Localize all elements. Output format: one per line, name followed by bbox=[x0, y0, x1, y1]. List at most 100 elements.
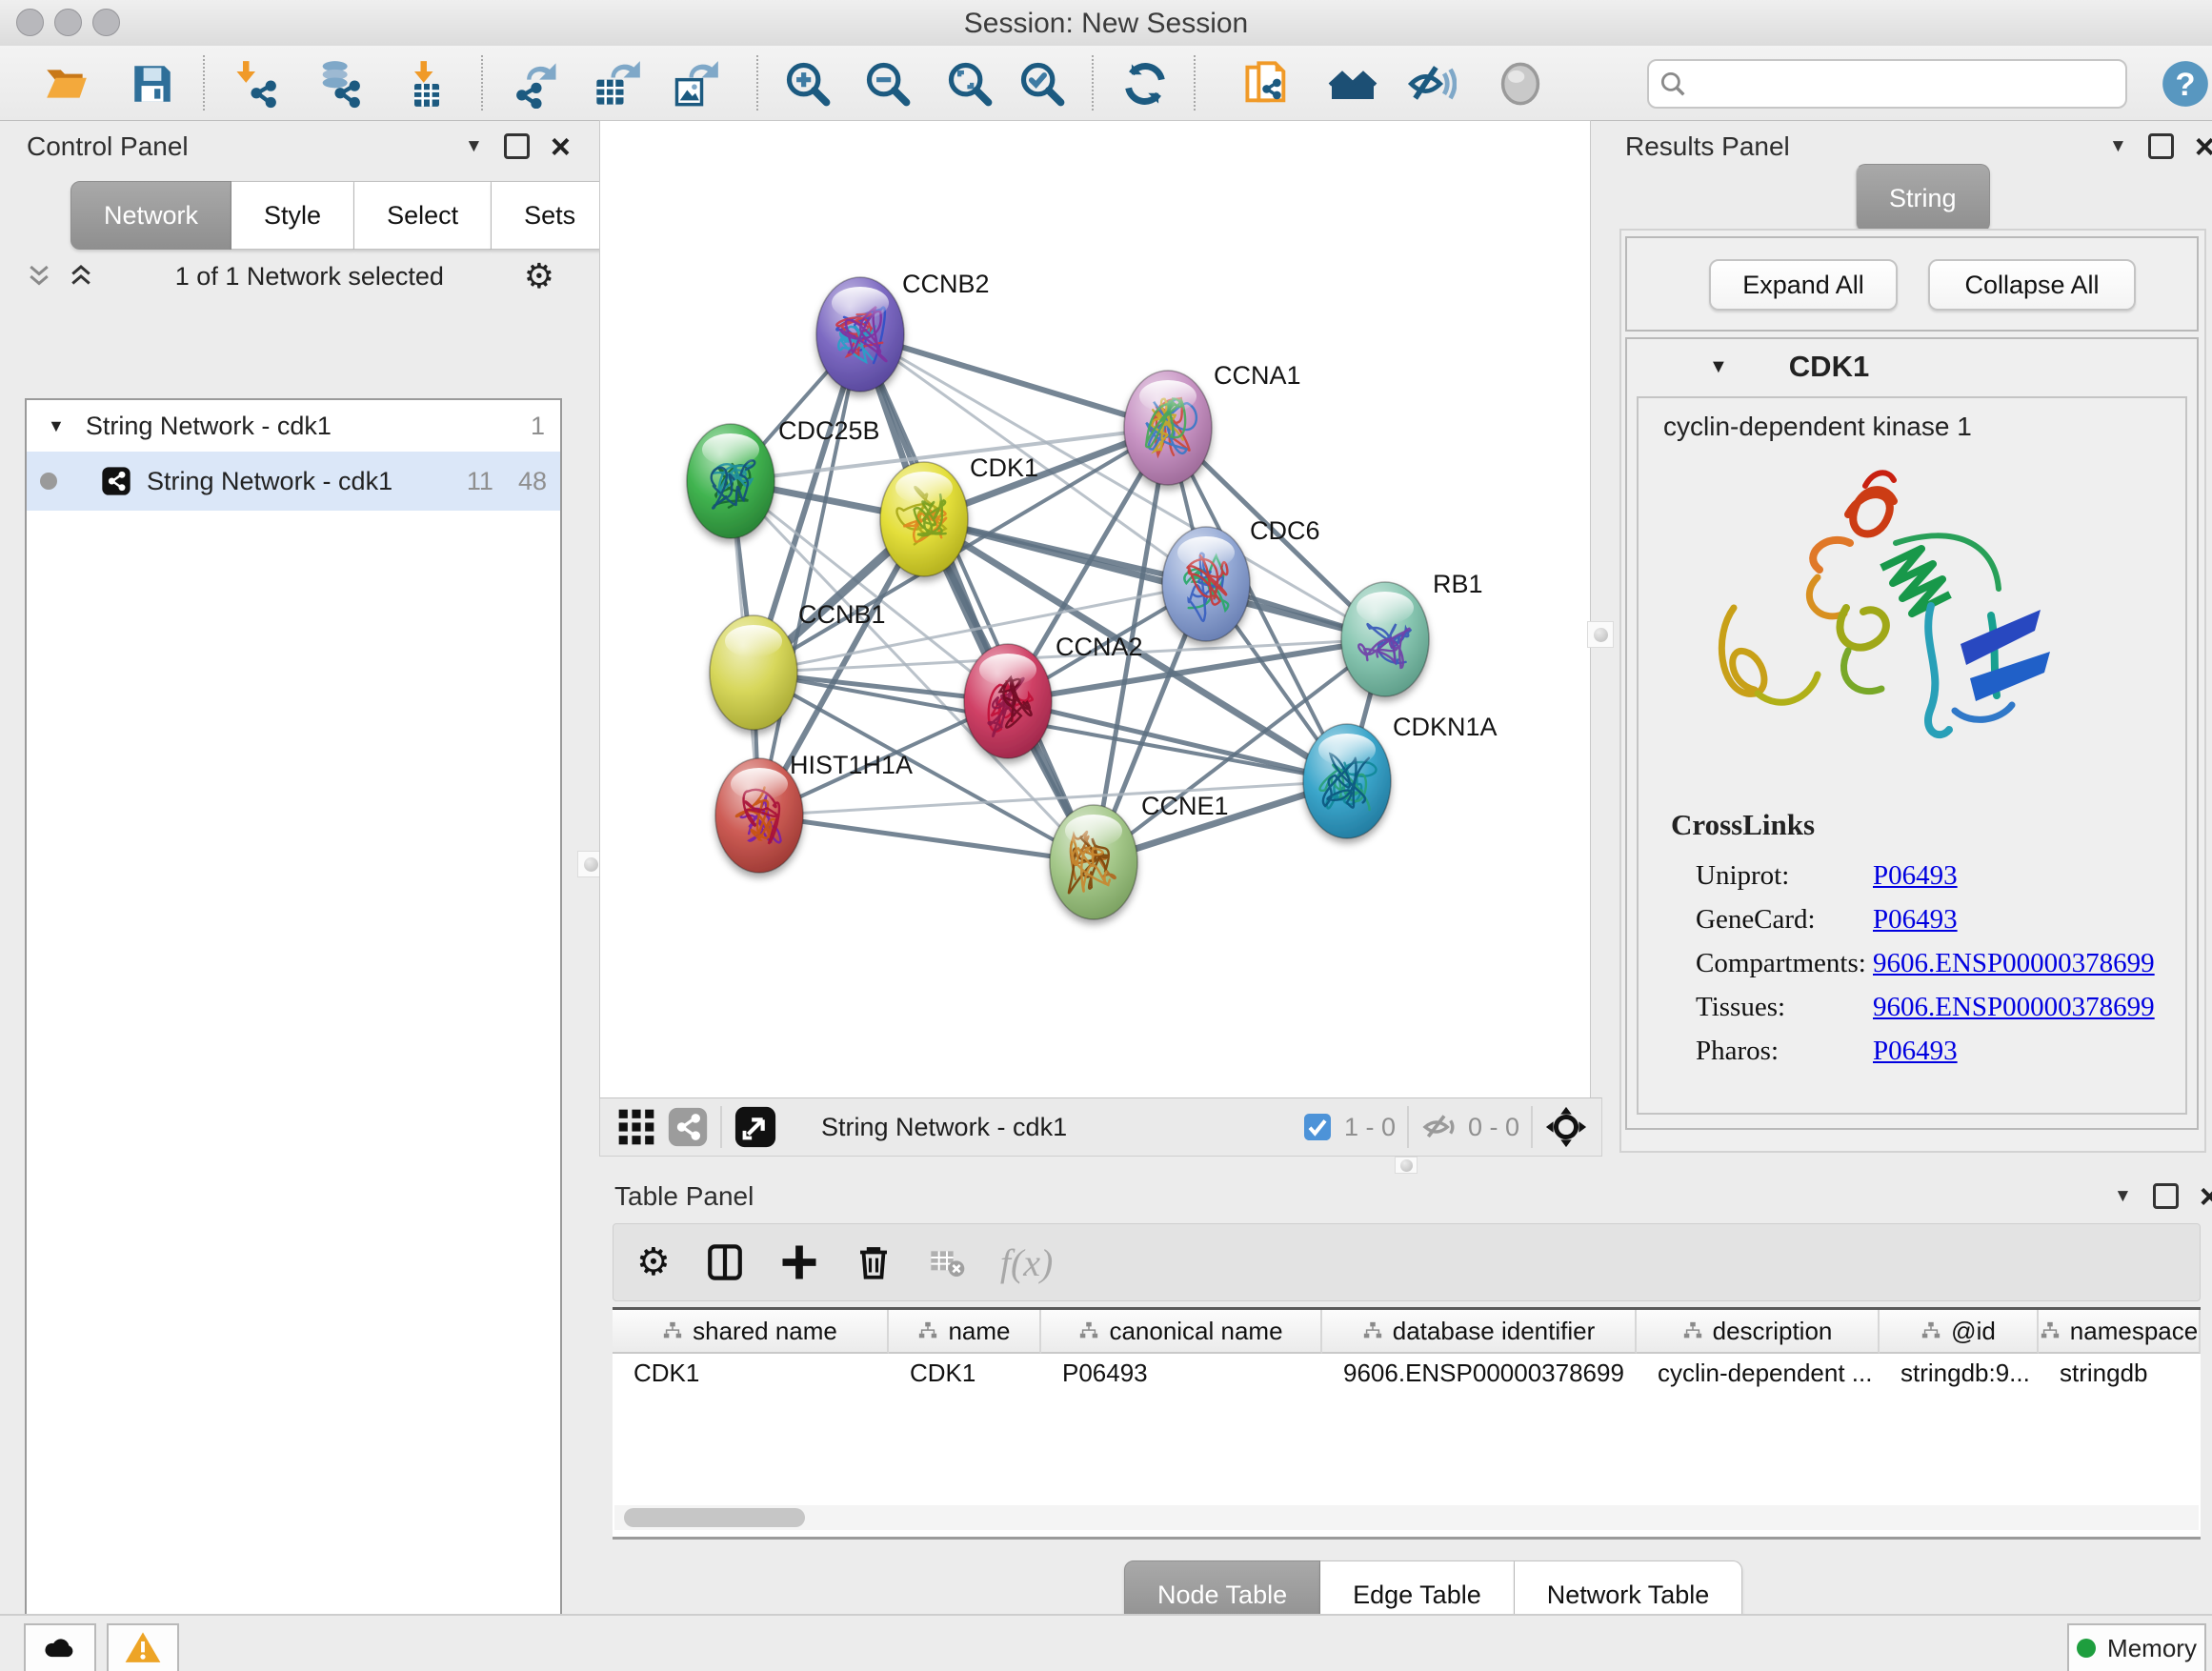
crosslink-link[interactable]: 9606.ENSP00000378699 bbox=[1873, 948, 2155, 979]
network-node-CDC25B[interactable] bbox=[687, 424, 774, 538]
export-table-button[interactable] bbox=[593, 59, 642, 109]
birds-eye-grid-icon[interactable] bbox=[615, 1106, 657, 1148]
help-button[interactable]: ? bbox=[2161, 59, 2210, 109]
panel-menu-icon[interactable]: ▼ bbox=[2109, 136, 2127, 157]
network-node-CCNB1[interactable] bbox=[710, 615, 797, 730]
panel-menu-icon[interactable]: ▼ bbox=[2114, 1186, 2132, 1207]
table-cell[interactable]: stringdb:9... bbox=[1880, 1354, 2039, 1392]
show-hidden-button[interactable] bbox=[1496, 59, 1545, 109]
float-panel-icon[interactable] bbox=[2153, 1183, 2179, 1209]
expand-all-button[interactable]: Expand All bbox=[1709, 259, 1898, 311]
refresh-view-button[interactable] bbox=[1120, 59, 1170, 109]
column-header-canonical-name[interactable]: canonical name bbox=[1041, 1310, 1322, 1354]
network-edge[interactable] bbox=[860, 334, 1094, 862]
search-input[interactable] bbox=[1697, 69, 2125, 100]
float-panel-icon[interactable] bbox=[504, 133, 530, 159]
export-network-button[interactable] bbox=[513, 59, 562, 109]
close-panel-icon[interactable]: × bbox=[551, 137, 571, 156]
network-node-CDKN1A[interactable] bbox=[1303, 724, 1391, 838]
crosslink-row: GeneCard:P06493 bbox=[1696, 897, 2166, 941]
network-selection-status: 1 of 1 Network selected bbox=[95, 262, 524, 292]
network-edge[interactable] bbox=[860, 334, 1168, 428]
zoom-out-button[interactable] bbox=[863, 59, 913, 109]
network-graph[interactable]: CCNB2CCNA1CDC25BCDK1CDC6RB1CCNB1CCNA2CDK… bbox=[599, 120, 1589, 1097]
table-horizontal-scrollbar[interactable] bbox=[614, 1505, 2199, 1530]
crosslink-row: Tissues:9606.ENSP00000378699 bbox=[1696, 985, 2166, 1029]
import-network-database-button[interactable] bbox=[314, 59, 364, 109]
column-header-description[interactable]: description bbox=[1637, 1310, 1880, 1354]
table-cell[interactable]: CDK1 bbox=[613, 1354, 889, 1392]
float-panel-icon[interactable] bbox=[2148, 133, 2174, 159]
network-node-CCNA1[interactable] bbox=[1124, 371, 1212, 485]
panel-menu-icon[interactable]: ▼ bbox=[465, 136, 483, 157]
cdk1-entry-header[interactable]: ▼ CDK1 bbox=[1627, 339, 2197, 394]
column-header-@id[interactable]: @id bbox=[1880, 1310, 2039, 1354]
network-node-CDC6[interactable] bbox=[1162, 527, 1250, 641]
zoom-in-button[interactable] bbox=[783, 59, 833, 109]
collapse-all-icon[interactable] bbox=[67, 262, 95, 291]
create-column-plus-icon[interactable] bbox=[779, 1242, 819, 1282]
column-header-shared-name[interactable]: shared name bbox=[613, 1310, 889, 1354]
cloud-status-button[interactable] bbox=[24, 1623, 96, 1671]
close-panel-icon[interactable]: × bbox=[2200, 1187, 2212, 1206]
tab-select[interactable]: Select bbox=[354, 181, 492, 250]
table-cell[interactable]: cyclin-dependent ... bbox=[1637, 1354, 1880, 1392]
cloud-icon bbox=[41, 1629, 79, 1667]
network-list-options-gear-icon[interactable]: ⚙ bbox=[524, 256, 554, 296]
collapse-all-button[interactable]: Collapse All bbox=[1928, 259, 2136, 311]
network-node-CCNE1[interactable] bbox=[1050, 805, 1137, 919]
close-panel-icon[interactable]: × bbox=[2195, 137, 2212, 156]
network-row-selected[interactable]: String Network - cdk1 11 48 bbox=[27, 452, 560, 511]
crosslink-link[interactable]: P06493 bbox=[1873, 904, 1958, 936]
network-node-CDK1[interactable] bbox=[880, 462, 968, 576]
import-table-file-button[interactable] bbox=[402, 59, 452, 109]
table-cell[interactable]: CDK1 bbox=[889, 1354, 1041, 1392]
clone-network-button[interactable] bbox=[1242, 59, 1292, 109]
import-network-file-button[interactable] bbox=[231, 59, 280, 109]
table-cell[interactable]: stringdb bbox=[2039, 1354, 2201, 1392]
crosslink-link[interactable]: P06493 bbox=[1873, 1036, 1958, 1067]
scrollbar-thumb[interactable] bbox=[624, 1508, 805, 1527]
control-panel-title: Control Panel bbox=[27, 131, 189, 162]
tab-network[interactable]: Network bbox=[70, 181, 231, 250]
network-edge[interactable] bbox=[759, 334, 860, 815]
expand-all-icon[interactable] bbox=[25, 262, 53, 291]
delete-column-trash-icon[interactable] bbox=[854, 1242, 894, 1282]
network-node-CCNB2[interactable] bbox=[816, 277, 904, 392]
selected-checkbox-icon[interactable] bbox=[1302, 1112, 1333, 1142]
crosslink-link[interactable]: 9606.ENSP00000378699 bbox=[1873, 992, 2155, 1023]
search-box[interactable] bbox=[1647, 59, 2127, 109]
zoom-fit-button[interactable] bbox=[945, 59, 995, 109]
right-splitter-handle[interactable] bbox=[1587, 621, 1614, 648]
entry-collapse-icon[interactable]: ▼ bbox=[1709, 356, 1728, 378]
network-collection-row[interactable]: ▼ String Network - cdk1 1 bbox=[27, 400, 560, 452]
first-neighbors-button[interactable] bbox=[1328, 59, 1377, 109]
export-image-button[interactable] bbox=[671, 59, 720, 109]
network-edge[interactable] bbox=[759, 815, 1094, 862]
table-row[interactable]: CDK1CDK1P064939606.ENSP00000378699cyclin… bbox=[613, 1354, 2201, 1392]
column-header-database-identifier[interactable]: database identifier bbox=[1322, 1310, 1637, 1354]
column-header-name[interactable]: name bbox=[889, 1310, 1041, 1354]
tab-sets[interactable]: Sets bbox=[492, 181, 609, 250]
warnings-button[interactable] bbox=[107, 1623, 179, 1671]
memory-button[interactable]: Memory bbox=[2067, 1623, 2206, 1671]
tab-style[interactable]: Style bbox=[231, 181, 354, 250]
pan-crosshair-icon[interactable] bbox=[1544, 1105, 1588, 1149]
table-options-gear-icon[interactable]: ⚙ bbox=[636, 1240, 671, 1284]
save-session-button[interactable] bbox=[128, 59, 177, 109]
column-header-namespace[interactable]: namespace bbox=[2039, 1310, 2201, 1354]
network-node-CCNA2[interactable] bbox=[964, 644, 1052, 758]
tree-expander-icon[interactable]: ▼ bbox=[48, 416, 65, 436]
toolbar-separator bbox=[1531, 1106, 1533, 1148]
network-node-RB1[interactable] bbox=[1341, 582, 1429, 696]
zoom-selected-button[interactable] bbox=[1017, 59, 1067, 109]
table-cell[interactable]: P06493 bbox=[1041, 1354, 1322, 1392]
table-cell[interactable]: 9606.ENSP00000378699 bbox=[1322, 1354, 1637, 1392]
crosslink-link[interactable]: P06493 bbox=[1873, 860, 1958, 892]
hide-selected-button[interactable] bbox=[1407, 59, 1457, 109]
tab-string[interactable]: String bbox=[1856, 164, 1990, 232]
show-columns-icon[interactable] bbox=[705, 1242, 745, 1282]
string-view-icon[interactable] bbox=[667, 1106, 709, 1148]
open-session-button[interactable] bbox=[42, 59, 91, 109]
detach-view-icon[interactable] bbox=[734, 1105, 777, 1149]
